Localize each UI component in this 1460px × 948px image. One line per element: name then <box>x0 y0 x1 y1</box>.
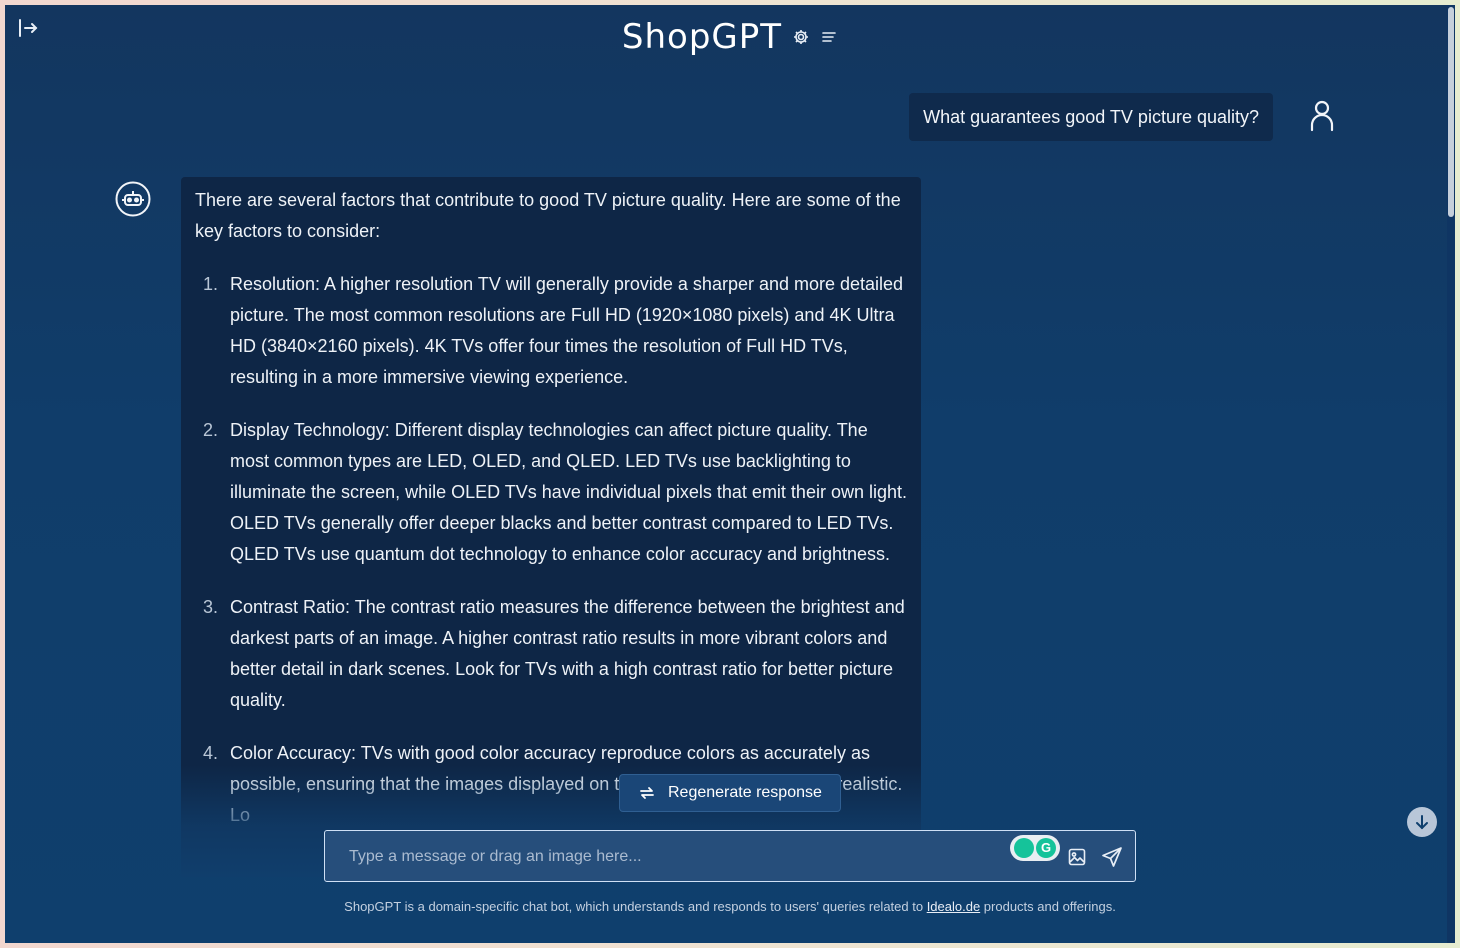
lines-icon[interactable] <box>820 28 838 46</box>
message-input[interactable] <box>347 831 991 883</box>
gear-icon[interactable] <box>792 28 810 46</box>
grammarly-widget[interactable]: G <box>1010 835 1060 861</box>
regenerate-button[interactable]: Regenerate response <box>619 774 841 812</box>
factor-list: 1. Resolution: A higher resolution TV wil… <box>195 269 907 831</box>
header: ShopGPT <box>5 17 1455 57</box>
send-icon[interactable] <box>1101 846 1123 868</box>
page-title: ShopGPT <box>621 17 783 57</box>
robot-icon <box>115 181 151 217</box>
arrow-down-icon <box>1416 815 1428 830</box>
user-message-text: What guarantees good TV picture quality? <box>923 106 1259 127</box>
footer-disclaimer: ShopGPT is a domain-specific chat bot, w… <box>344 899 1116 914</box>
scroll-down-button[interactable] <box>1407 807 1437 837</box>
list-item: 1. Resolution: A higher resolution TV wil… <box>203 274 904 387</box>
user-avatar-icon <box>1307 98 1337 132</box>
grammarly-g-icon: G <box>1036 838 1056 858</box>
regenerate-label: Regenerate response <box>668 784 822 801</box>
scrollbar-thumb[interactable] <box>1448 7 1454 217</box>
list-item: 2. Display Technology: Different display … <box>203 420 907 564</box>
user-message: What guarantees good TV picture quality? <box>909 93 1273 141</box>
list-item: 3. Contrast Ratio: The contrast ratio mea… <box>203 597 905 710</box>
scrollbar[interactable] <box>1447 5 1455 943</box>
message-composer: G <box>324 830 1136 883</box>
image-upload-icon[interactable] <box>1067 847 1087 867</box>
app-window: ShopGPT What guarantees good TV picture … <box>5 5 1455 943</box>
bot-intro-text: There are several factors that contribut… <box>195 190 901 241</box>
idealo-link[interactable]: Idealo.de <box>927 899 981 914</box>
refresh-icon <box>638 784 656 802</box>
grammarly-bulb-icon <box>1014 838 1034 858</box>
bot-message: There are several factors that contribut… <box>181 177 921 877</box>
